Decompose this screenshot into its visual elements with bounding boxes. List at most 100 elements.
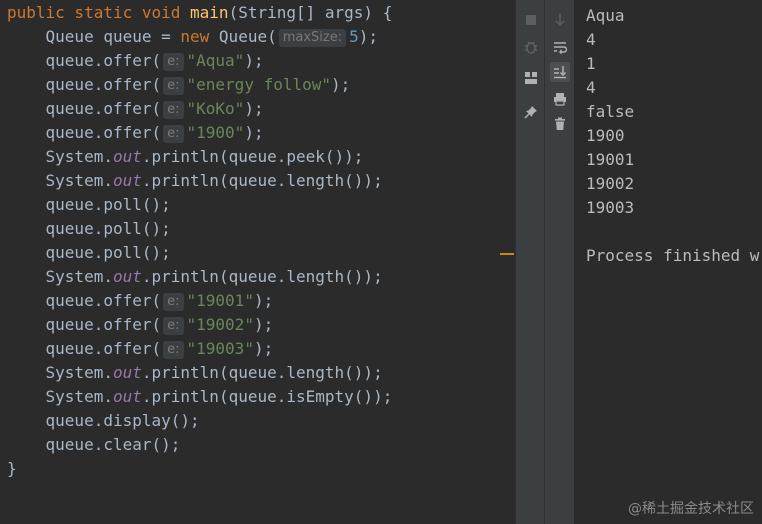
code-text: queue.offer( — [45, 291, 162, 310]
code-text: Queue queue = — [45, 27, 181, 46]
code-line: queue.poll(); — [7, 242, 392, 266]
print-icon[interactable] — [550, 89, 570, 109]
debug-bug-icon[interactable] — [521, 37, 541, 57]
scroll-to-end-icon[interactable] — [550, 62, 570, 82]
code-text: ); — [253, 315, 274, 334]
code-block: public static void main(String[] args) {… — [7, 2, 392, 482]
code-line: System.out.println(queue.length()); — [7, 362, 392, 386]
code-text: ); — [358, 27, 379, 46]
code-text: (String[] args) { — [228, 3, 393, 22]
parameter-hint: e: — [163, 101, 184, 119]
code-text: queue.offer( — [45, 51, 162, 70]
code-line: queue.offer(e: "Aqua"); — [7, 50, 392, 74]
stop-icon[interactable] — [521, 10, 541, 30]
code-text: System. — [45, 363, 113, 382]
console-line: 4 — [586, 78, 596, 97]
console-line: false — [586, 102, 635, 121]
code-text: ); — [244, 99, 264, 118]
parameter-hint: e: — [163, 341, 184, 359]
code-text: ); — [244, 123, 264, 142]
parameter-hint: maxSize: — [278, 29, 347, 47]
parameter-hint: e: — [163, 53, 184, 71]
code-line: queue.offer(e: "19001"); — [7, 290, 392, 314]
code-text: ); — [244, 51, 264, 70]
string-literal: "19001" — [186, 291, 254, 310]
code-text: queue.offer( — [45, 75, 162, 94]
static-field: out — [112, 387, 142, 406]
change-marker — [500, 253, 514, 255]
code-line: queue.clear(); — [7, 434, 392, 458]
code-line: queue.offer(e: "19002"); — [7, 314, 392, 338]
watermark: @稀土掘金技术社区 — [628, 501, 754, 517]
console-lines: Aqua 4 1 4 false 1900 19001 19002 19003 … — [586, 4, 759, 268]
parameter-hint: e: — [163, 77, 184, 95]
static-field: out — [112, 363, 142, 382]
console-line: Aqua — [586, 6, 625, 25]
code-text: Queue( — [218, 27, 277, 46]
code-text: .println(queue.length()); — [141, 267, 383, 286]
code-text: queue.poll(); — [45, 195, 171, 214]
run-toolbar-left — [515, 0, 545, 524]
string-literal: "energy follow" — [186, 75, 332, 94]
code-text: queue.offer( — [45, 123, 162, 142]
console-line: 19002 — [586, 174, 635, 193]
parameter-hint: e: — [163, 317, 184, 335]
static-field: out — [112, 171, 142, 190]
code-line: System.out.println(queue.peek()); — [7, 146, 392, 170]
code-text: .println(queue.peek()); — [141, 147, 364, 166]
code-text: queue.display(); — [45, 411, 200, 430]
closing-brace: } — [7, 459, 17, 478]
code-line: System.out.println(queue.isEmpty()); — [7, 386, 393, 410]
string-literal: "Aqua" — [186, 51, 245, 70]
string-literal: "19003" — [186, 339, 254, 358]
code-line: public static void main(String[] args) { — [7, 2, 392, 26]
code-line: System.out.println(queue.length()); — [7, 266, 392, 290]
number-literal: 5 — [349, 27, 359, 46]
layout-icon[interactable] — [521, 68, 541, 88]
code-text: ); — [253, 339, 274, 358]
console-line: 4 — [586, 30, 596, 49]
code-line: Queue queue = new Queue(maxSize: 5); — [7, 26, 392, 50]
code-text: queue.poll(); — [45, 243, 171, 262]
code-text: ); — [331, 75, 351, 94]
string-literal: "19002" — [186, 315, 254, 334]
parameter-hint: e: — [163, 293, 184, 311]
string-literal: "1900" — [186, 123, 245, 142]
trash-icon[interactable] — [550, 114, 570, 134]
method-name: main — [190, 3, 229, 22]
console-line: 19003 — [586, 198, 635, 217]
code-line: queue.offer(e: "1900"); — [7, 122, 392, 146]
static-field: out — [112, 147, 142, 166]
code-editor[interactable]: public static void main(String[] args) {… — [0, 0, 515, 524]
code-text: ); — [253, 291, 274, 310]
keyword: public static void — [7, 3, 191, 22]
code-text: System. — [45, 171, 113, 190]
code-line: queue.poll(); — [7, 218, 392, 242]
scroll-down-icon[interactable] — [550, 10, 570, 30]
code-text: .println(queue.length()); — [141, 171, 383, 190]
code-line: queue.offer(e: "KoKo"); — [7, 98, 392, 122]
pin-icon[interactable] — [521, 102, 541, 122]
console-line: 19001 — [586, 150, 635, 169]
console-output[interactable]: Aqua 4 1 4 false 1900 19001 19002 19003 … — [574, 0, 762, 524]
code-text: queue.offer( — [45, 315, 162, 334]
console-line: 1900 — [586, 126, 625, 145]
code-line: } — [7, 458, 392, 482]
code-text: queue.clear(); — [45, 435, 181, 454]
code-line: queue.offer(e: "energy follow"); — [7, 74, 392, 98]
code-text: queue.offer( — [45, 339, 162, 358]
code-text: .println(queue.length()); — [141, 363, 383, 382]
code-line: queue.poll(); — [7, 194, 392, 218]
code-text: System. — [45, 267, 113, 286]
code-line: queue.offer(e: "19003"); — [7, 338, 392, 362]
code-text: System. — [45, 147, 113, 166]
static-field: out — [112, 267, 142, 286]
code-text: System. — [45, 387, 113, 406]
code-line: queue.display(); — [7, 410, 392, 434]
run-toolbar-right — [544, 0, 575, 524]
keyword: new — [180, 27, 219, 46]
soft-wrap-icon[interactable] — [550, 37, 570, 57]
code-text: .println(queue.isEmpty()); — [141, 387, 393, 406]
console-line: 1 — [586, 54, 596, 73]
